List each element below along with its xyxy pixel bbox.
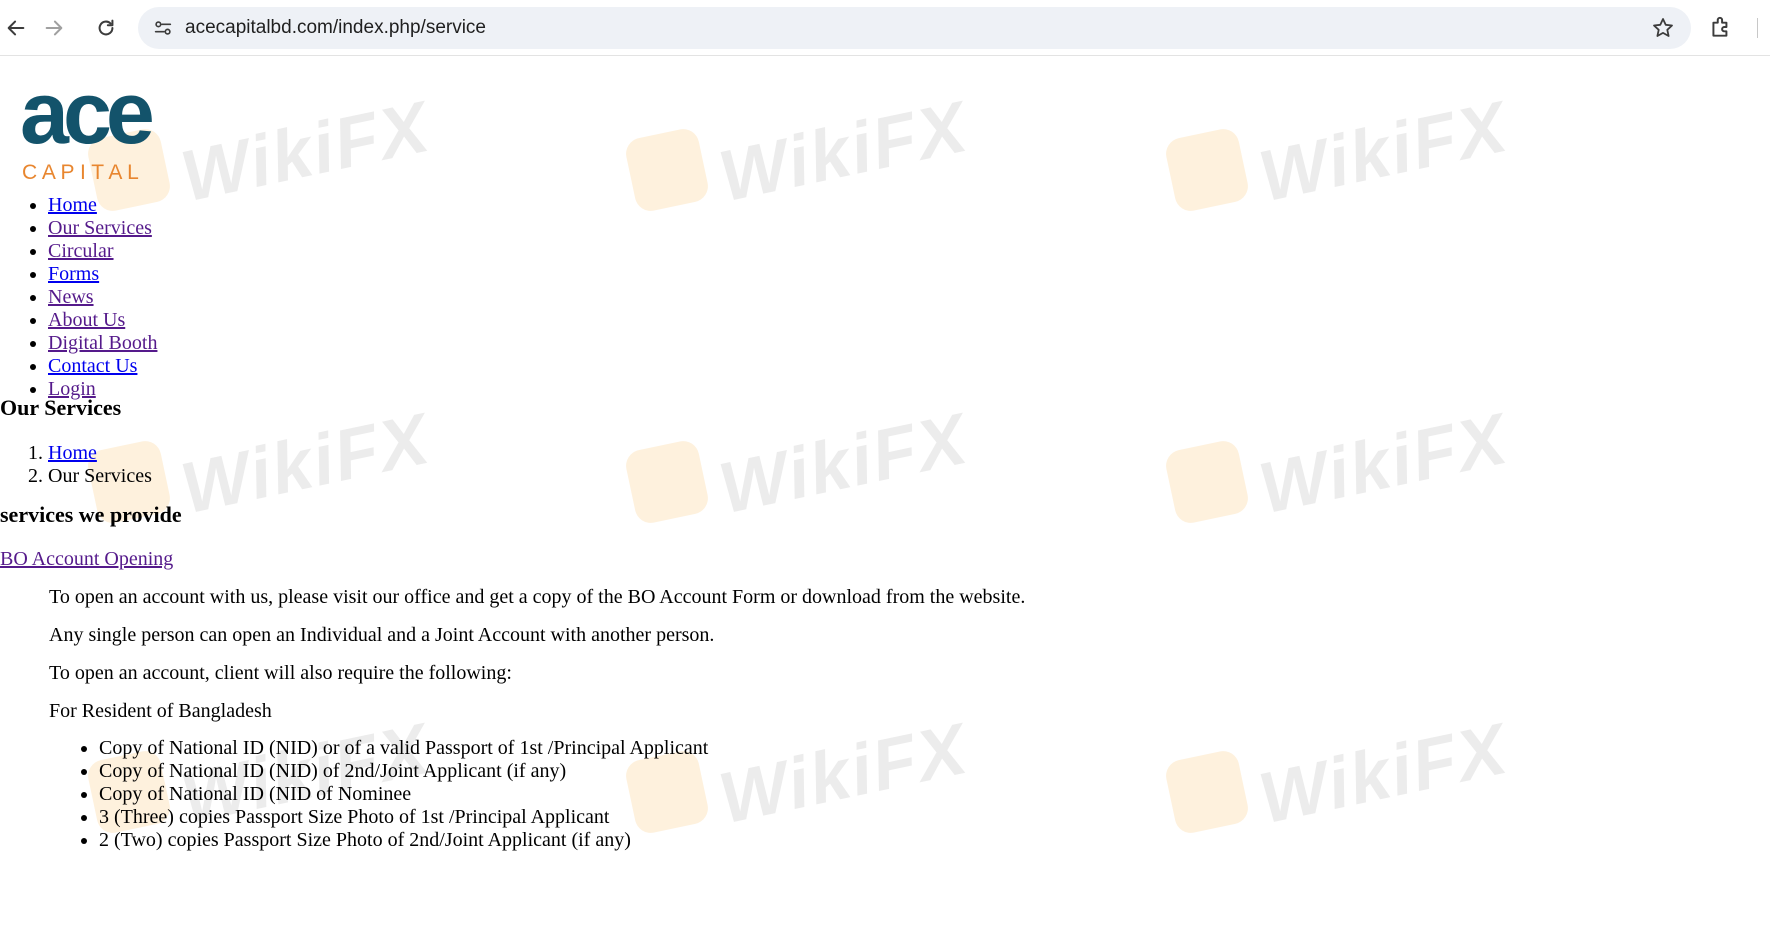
forward-button[interactable] bbox=[38, 12, 70, 44]
bookmark-star-icon[interactable] bbox=[1651, 16, 1675, 40]
nav-link-news[interactable]: News bbox=[48, 286, 94, 308]
breadcrumb-link-home[interactable]: Home bbox=[48, 442, 97, 464]
service-paragraph: For Resident of Bangladesh bbox=[49, 700, 272, 722]
nav-item-about-us: About Us bbox=[48, 309, 157, 332]
site-settings-icon[interactable] bbox=[152, 17, 174, 39]
main-nav: Home Our Services Circular Forms News Ab… bbox=[0, 194, 157, 401]
nav-item-news: News bbox=[48, 286, 157, 309]
list-item: Copy of National ID (NID) of 2nd/Joint A… bbox=[99, 760, 708, 783]
nav-item-forms: Forms bbox=[48, 263, 157, 286]
watermark: WikiFX bbox=[623, 399, 975, 533]
list-item: Copy of National ID (NID of Nominee bbox=[99, 783, 708, 806]
nav-link-digital-booth[interactable]: Digital Booth bbox=[48, 332, 157, 354]
list-item: 2 (Two) copies Passport Size Photo of 2n… bbox=[99, 829, 708, 852]
reload-button[interactable] bbox=[90, 12, 122, 44]
arrow-left-icon bbox=[7, 20, 25, 36]
nav-item-our-services: Our Services bbox=[48, 217, 157, 240]
nav-item-digital-booth: Digital Booth bbox=[48, 332, 157, 355]
ace-capital-logo[interactable]: ace C A P I T A L bbox=[20, 81, 240, 181]
url-text[interactable]: acecapitalbd.com/index.php/service bbox=[185, 17, 486, 39]
nav-link-our-services[interactable]: Our Services bbox=[48, 217, 152, 239]
nav-item-circular: Circular bbox=[48, 240, 157, 263]
nav-link-home[interactable]: Home bbox=[48, 194, 97, 216]
watermark: WikiFX bbox=[1163, 87, 1515, 221]
list-item: Copy of National ID (NID) or of a valid … bbox=[99, 737, 708, 760]
requirements-list: Copy of National ID (NID) or of a valid … bbox=[0, 737, 708, 852]
breadcrumb: Home Our Services bbox=[0, 442, 152, 488]
reload-icon bbox=[98, 19, 114, 36]
page-title: Our Services bbox=[0, 395, 122, 420]
watermark: WikiFX bbox=[623, 87, 975, 221]
service-paragraph: Any single person can open an Individual… bbox=[49, 624, 715, 646]
nav-link-forms[interactable]: Forms bbox=[48, 263, 99, 285]
extensions-icon[interactable] bbox=[1708, 14, 1734, 40]
page-content: WikiFX WikiFX WikiFX WikiFX WikiFX WikiF… bbox=[0, 56, 1770, 934]
nav-link-circular[interactable]: Circular bbox=[48, 240, 114, 262]
service-paragraph: To open an account, client will also req… bbox=[49, 662, 512, 684]
watermark: WikiFX bbox=[1163, 709, 1515, 843]
breadcrumb-item: Home bbox=[48, 442, 152, 465]
toolbar-divider bbox=[1757, 18, 1758, 38]
back-button[interactable] bbox=[0, 12, 32, 44]
list-item: 3 (Three) copies Passport Size Photo of … bbox=[99, 806, 708, 829]
browser-toolbar: acecapitalbd.com/index.php/service bbox=[0, 0, 1770, 56]
bo-account-opening-link[interactable]: BO Account Opening bbox=[0, 548, 173, 571]
nav-link-about-us[interactable]: About Us bbox=[48, 309, 125, 331]
watermark: WikiFX bbox=[1163, 399, 1515, 533]
breadcrumb-item-current: Our Services bbox=[48, 465, 152, 488]
address-bar[interactable]: acecapitalbd.com/index.php/service bbox=[138, 7, 1691, 49]
nav-link-contact-us[interactable]: Contact Us bbox=[48, 355, 137, 377]
nav-item-contact-us: Contact Us bbox=[48, 355, 157, 378]
service-paragraph: To open an account with us, please visit… bbox=[49, 586, 1026, 608]
arrow-right-icon bbox=[45, 20, 63, 36]
svg-text:ace: ace bbox=[20, 81, 152, 162]
nav-item-home: Home bbox=[48, 194, 157, 217]
section-title: services we provide bbox=[0, 502, 182, 527]
svg-text:C A P I T A L: C A P I T A L bbox=[22, 161, 139, 181]
